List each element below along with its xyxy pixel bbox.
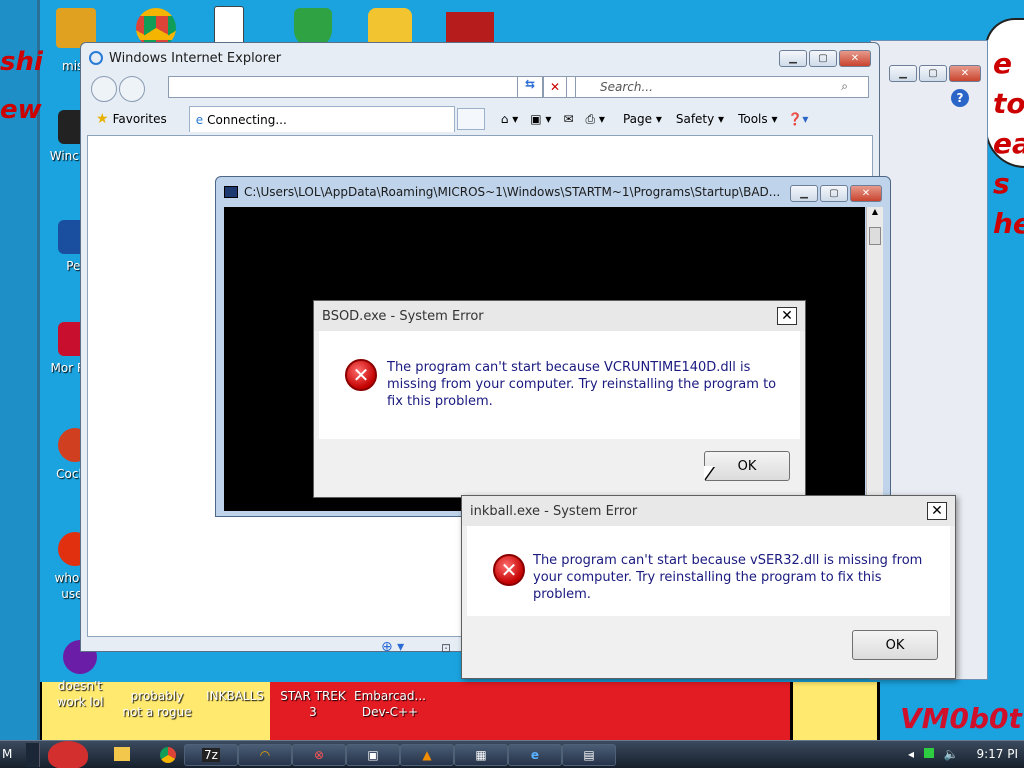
desktop-icon-inkballs[interactable]: INKBALLS <box>198 688 272 704</box>
taskbar-window[interactable]: ▣ <box>346 744 400 766</box>
back-button[interactable] <box>91 76 117 102</box>
ie-maximize-button[interactable]: ▢ <box>809 50 837 67</box>
headphones-icon: ◠ <box>259 748 271 762</box>
bsod-dialog-body: ✕ The program can't start because VCRUNT… <box>319 331 800 439</box>
ie-icon: e <box>530 748 540 762</box>
zoom-icon[interactable]: ⊕ ▾ <box>381 639 404 655</box>
taskbar-error[interactable]: ⊗ <box>292 744 346 766</box>
inkball-ok-button[interactable]: OK <box>852 630 938 660</box>
forward-button[interactable] <box>119 76 145 102</box>
angry-birds-icon[interactable] <box>48 741 88 768</box>
clock[interactable]: 9:17 PI <box>976 747 1018 761</box>
safety-menu[interactable]: Safety ▾ <box>676 112 724 126</box>
taskbar-calc[interactable]: ▦ <box>454 744 508 766</box>
taskbar: M 7z ◠ ⊗ ▣ ▲ ▦ e ▤ ◂ 🔈 9:17 PI <box>0 740 1024 768</box>
right-banner: e to eat s he <box>985 18 1024 240</box>
ie-commandbar: ★ Favorites e Connecting... ⌂ ▾ ▣ ▾ ✉ ⎙ … <box>82 105 880 133</box>
scroll-thumb[interactable] <box>869 227 881 245</box>
desktop-icon-rogue[interactable]: probably not a rogue <box>120 688 194 720</box>
page-menu[interactable]: Page ▾ <box>623 112 662 126</box>
console-scrollbar[interactable]: ▲ <box>866 207 883 511</box>
taskbar-vlc[interactable]: ▲ <box>400 744 454 766</box>
help-icon[interactable]: ? <box>951 89 969 107</box>
taskbar-cmd[interactable]: ▤ <box>562 744 616 766</box>
error-icon: ✕ <box>493 554 525 586</box>
taskbar-ie[interactable]: e <box>508 744 562 766</box>
feeds-icon[interactable]: ▣ ▾ <box>530 112 551 126</box>
console-close-button[interactable]: ✕ <box>850 185 882 202</box>
taskbar-headphones[interactable]: ◠ <box>238 744 292 766</box>
solitaire-icon[interactable] <box>214 6 244 46</box>
cmd-icon: ▤ <box>583 748 595 762</box>
inkball-dialog-title: inkball.exe - System Error <box>462 496 955 526</box>
error-icon: ⊗ <box>313 748 325 762</box>
search-icon[interactable]: ⌕ <box>841 79 848 94</box>
console-title: C:\Users\LOL\AppData\Roaming\MICROS~1\Wi… <box>244 185 781 199</box>
ie-title: Windows Internet Explorer <box>109 50 282 66</box>
console-maximize-button[interactable]: ▢ <box>820 185 848 202</box>
fullscreen-icon[interactable]: ⊡ <box>441 641 451 655</box>
system-tray: ◂ 🔈 9:17 PI <box>908 747 1018 761</box>
network-icon[interactable] <box>923 748 934 758</box>
tools-menu[interactable]: Tools ▾ <box>738 112 777 126</box>
error-icon: ✕ <box>345 359 377 391</box>
chrome-icon[interactable] <box>160 747 176 763</box>
inkball-dialog-body: ✕ The program can't start because vSER32… <box>467 526 950 616</box>
volume-icon[interactable]: 🔈 <box>944 747 959 761</box>
inkball-close-button[interactable]: ✕ <box>927 502 947 520</box>
home-icon[interactable]: ⌂ ▾ <box>501 112 518 126</box>
favorites-button[interactable]: ★ Favorites <box>96 111 167 127</box>
ie-close-button[interactable]: ✕ <box>839 50 871 67</box>
desktop-icon-devcpp[interactable]: Embarcad... Dev-C++ <box>352 688 428 720</box>
tab-connecting[interactable]: e Connecting... <box>188 106 455 132</box>
ie-minimize-button[interactable]: ▁ <box>779 50 807 67</box>
ie-titlebar: Windows Internet Explorer <box>81 43 879 73</box>
desktop-left-panel: shi ew <box>0 0 43 740</box>
calculator-icon: ▦ <box>475 748 487 762</box>
inkball-message: The program can't start because vSER32.d… <box>533 553 923 602</box>
taskbar-7z[interactable]: 7z <box>184 744 238 766</box>
stop-icon[interactable]: ✕ <box>543 76 567 98</box>
mouse-cursor <box>704 466 714 480</box>
bsod-dialog-title: BSOD.exe - System Error <box>314 301 805 331</box>
console-minimize-button[interactable]: ▁ <box>790 185 818 202</box>
inkball-error-dialog: inkball.exe - System Error ✕ ✕ The progr… <box>461 495 956 679</box>
search-input[interactable]: Search... ⌕ <box>575 76 869 98</box>
7z-icon: 7z <box>202 748 220 762</box>
bsod-ok-button[interactable]: OK <box>704 451 790 481</box>
print-icon[interactable]: ⎙ ▾ <box>586 112 605 127</box>
bg-maximize-button[interactable]: ▢ <box>919 65 947 82</box>
window-icon: ▣ <box>367 748 379 762</box>
start-text: M <box>2 747 13 761</box>
right-banner-text: e to eat s he <box>993 47 1024 240</box>
vlc-icon: ▲ <box>422 748 432 762</box>
flag-icon[interactable] <box>446 12 494 46</box>
help-icon[interactable]: ❓▾ <box>787 112 808 126</box>
bg-close-button[interactable]: ✕ <box>949 65 981 82</box>
mail-icon[interactable]: ✉ <box>563 112 573 126</box>
show-desktop-sliver[interactable] <box>26 743 40 767</box>
folder-icon[interactable] <box>114 747 130 761</box>
bsod-error-dialog: BSOD.exe - System Error ✕ ✕ The program … <box>313 300 806 498</box>
new-tab-button[interactable] <box>456 108 485 130</box>
corner-tag: VM0b0t <box>900 702 1022 735</box>
bg-minimize-button[interactable]: ▁ <box>889 65 917 82</box>
left-banner-text: shi ew <box>0 47 43 125</box>
bsod-message: The program can't start because VCRUNTIM… <box>387 360 777 409</box>
refresh-icon[interactable]: ⇆ <box>517 76 543 98</box>
cmd-icon <box>224 186 238 198</box>
bsod-close-button[interactable]: ✕ <box>777 307 797 325</box>
star-icon: ★ <box>96 111 109 127</box>
desktop-icon-startrek[interactable]: STAR TREK 3 <box>276 688 350 720</box>
tray-arrow-icon[interactable]: ◂ <box>908 747 914 761</box>
ie-icon <box>89 51 103 65</box>
ie-tab-icon: e <box>195 112 204 127</box>
